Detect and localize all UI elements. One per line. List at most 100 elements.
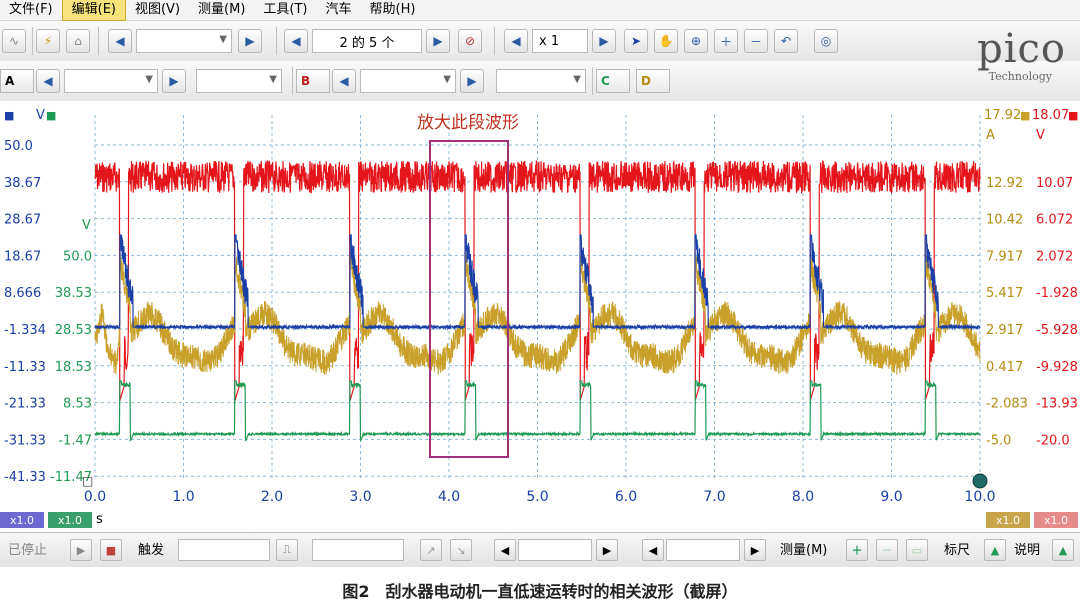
pointer-icon[interactable]: ➤: [624, 29, 648, 53]
stop-icon[interactable]: ■: [100, 539, 122, 561]
blue-tick-label: 8.666: [4, 286, 41, 301]
green-tick-label: 18.53: [55, 360, 92, 375]
rising-edge-icon[interactable]: ↗: [420, 539, 442, 561]
separator: [276, 27, 277, 55]
channel-b-next-button[interactable]: ▶: [460, 69, 484, 93]
pretrigger-prev-button[interactable]: ◀: [642, 539, 664, 561]
channel-c-button[interactable]: C: [596, 69, 630, 93]
zoom-out-icon[interactable]: －: [744, 29, 768, 53]
left-axis-handle: □: [82, 474, 93, 488]
menu-measure[interactable]: 测量(M): [189, 0, 254, 20]
x-tick-label: 0.0: [84, 489, 106, 505]
red-axis-unit: V: [1036, 128, 1045, 143]
legend-toggle-icon[interactable]: ▲: [1052, 539, 1074, 561]
green-tick-label: 50.0: [63, 249, 92, 264]
channel-b-label: B: [301, 74, 311, 88]
green-tick-label: -1.47: [58, 433, 92, 448]
compass-icon[interactable]: ⊘: [458, 29, 482, 53]
probe-icon[interactable]: ⚡: [36, 29, 60, 53]
add-measurement-icon[interactable]: ＋: [846, 539, 868, 561]
channel-d-button[interactable]: D: [636, 69, 670, 93]
edit-measurement-icon[interactable]: ▭: [906, 539, 928, 561]
channel-a-coupling-select[interactable]: ▼: [196, 69, 282, 93]
buffer-page-field[interactable]: 2 的 5 个: [312, 29, 422, 53]
menu-file[interactable]: 文件(F): [0, 0, 62, 20]
time-ruler-handle: [972, 473, 988, 489]
trigger-prev-button[interactable]: ◀: [494, 539, 516, 561]
remove-measurement-icon[interactable]: －: [876, 539, 898, 561]
undo-zoom-icon[interactable]: ↶: [774, 29, 798, 53]
channel-a-label: A: [5, 74, 15, 88]
x-tick-label: 2.0: [261, 489, 283, 505]
ruler-toggle-icon[interactable]: ▲: [984, 539, 1006, 561]
trigger-level-field[interactable]: [518, 539, 592, 561]
channel-b-coupling-select[interactable]: ▼: [496, 69, 586, 93]
gold-tick-label: -2.083: [986, 397, 1028, 412]
trigger-mode-select[interactable]: [178, 539, 270, 561]
channel-b-range-select[interactable]: ▼: [360, 69, 456, 93]
blue-tick-label: -21.33: [4, 397, 46, 412]
zoom-in-icon[interactable]: ＋: [714, 29, 738, 53]
zoom-annotation-label: 放大此段波形: [417, 113, 519, 133]
blue-tick-label: -31.33: [4, 433, 46, 448]
channel-a-next-button[interactable]: ▶: [162, 69, 186, 93]
blue-axis-marker: ■: [4, 109, 14, 122]
zoom-area-icon[interactable]: ⊕: [684, 29, 708, 53]
prev-buffer-button[interactable]: ◀: [284, 29, 308, 53]
figure-caption: 图2 刮水器电动机一直低速运转时的相关波形（截屏）: [342, 582, 738, 601]
next-zoom-button[interactable]: ▶: [592, 29, 616, 53]
gold-axis-unit: A: [986, 128, 995, 143]
play-icon[interactable]: ▶: [70, 539, 92, 561]
measure-label: 测量(M): [780, 543, 828, 558]
x-tick-label: 4.0: [438, 489, 460, 505]
menu-auto[interactable]: 汽车: [317, 0, 361, 20]
logo-sub: Technology: [988, 70, 1052, 83]
zoom-overview-icon[interactable]: ◎: [814, 29, 838, 53]
x-tick-label: 3.0: [349, 489, 371, 505]
x-tick-label: 10.0: [964, 489, 995, 505]
trigger-edge-icon[interactable]: ⎍: [276, 539, 298, 561]
timebase-select[interactable]: ▼: [136, 29, 232, 53]
pico-logo: pico Technology: [930, 26, 1070, 86]
menu-edit[interactable]: 编辑(E): [61, 0, 126, 21]
channel-a-range-select[interactable]: ▼: [64, 69, 158, 93]
blue-tick-label: -1.334: [4, 323, 46, 338]
red-tick-label: -1.928: [1036, 286, 1078, 301]
pretrigger-next-button[interactable]: ▶: [744, 539, 766, 561]
trigger-next-button[interactable]: ▶: [596, 539, 618, 561]
trigger-label: 触发: [138, 543, 165, 558]
gold-tick-label: 12.92: [986, 176, 1023, 191]
menu-tools[interactable]: 工具(T): [254, 0, 316, 20]
zoom-field[interactable]: x 1: [532, 29, 588, 53]
pretrigger-field[interactable]: [666, 539, 740, 561]
green-tick-label: 38.53: [55, 286, 92, 301]
separator: [32, 27, 33, 55]
gold-axis-marker: ■: [1020, 109, 1030, 122]
red-axis-marker: ■: [1068, 109, 1078, 122]
red-tick-label: -20.0: [1036, 433, 1070, 448]
red-tick-label: 6.072: [1036, 213, 1073, 228]
channel-d-label: D: [641, 74, 651, 88]
next-timebase-button[interactable]: ▶: [238, 29, 262, 53]
menu-view[interactable]: 视图(V): [126, 0, 189, 20]
waveform-icon[interactable]: ∿: [2, 29, 26, 53]
prev-timebase-button[interactable]: ◀: [108, 29, 132, 53]
channel-a-prev-button[interactable]: ◀: [36, 69, 60, 93]
trigger-source-select[interactable]: [312, 539, 404, 561]
home-icon[interactable]: ⌂: [66, 29, 90, 53]
channel-a-button[interactable]: A: [0, 69, 34, 93]
gold-tick-label: 10.42: [986, 213, 1023, 228]
prev-zoom-button[interactable]: ◀: [504, 29, 528, 53]
gold-axis-top: 17.92: [984, 108, 1021, 123]
channel-b-prev-button[interactable]: ◀: [332, 69, 356, 93]
chevron-down-icon: ▼: [269, 74, 277, 85]
x-tick-label: 8.0: [792, 489, 814, 505]
hand-icon[interactable]: ✋: [654, 29, 678, 53]
menu-help[interactable]: 帮助(H): [361, 0, 425, 20]
next-buffer-button[interactable]: ▶: [426, 29, 450, 53]
scope-plot[interactable]: ■ V ■50.038.6728.6718.678.666-1.334-11.33-…: [0, 101, 1080, 531]
blue-tick-label: -11.33: [4, 360, 46, 375]
channel-b-button[interactable]: B: [296, 69, 330, 93]
falling-edge-icon[interactable]: ↘: [450, 539, 472, 561]
channel-c-label: C: [601, 74, 610, 88]
